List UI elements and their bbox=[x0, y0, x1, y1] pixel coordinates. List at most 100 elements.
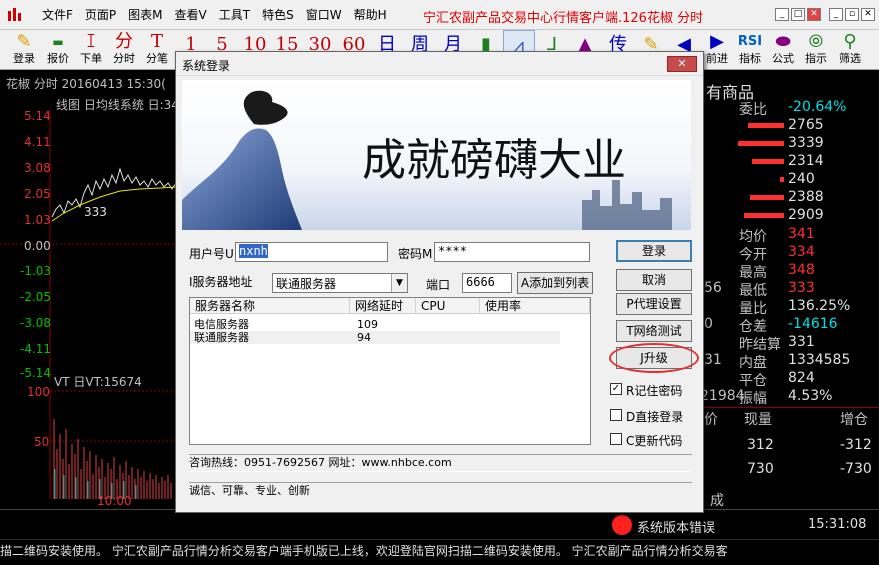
filter-label: 筛选 bbox=[839, 52, 861, 65]
direct-login-label[interactable]: D直接登录 bbox=[626, 408, 683, 425]
window-title: 宁汇农副产品交易中心行情客户端.126花椒 分时 bbox=[423, 11, 704, 26]
table-cell: 730 bbox=[747, 461, 774, 477]
menu-help[interactable]: 帮助H bbox=[348, 7, 393, 23]
stat-value: 334 bbox=[788, 244, 815, 260]
fenbi-button[interactable]: T 分笔 bbox=[141, 30, 173, 70]
stat-value: 333 bbox=[788, 280, 815, 296]
banner-slogan: 成就磅礴大业 bbox=[362, 135, 626, 186]
server-row[interactable]: 联通服务器 94 bbox=[190, 331, 560, 344]
order-button[interactable]: ꕯ 下单 bbox=[75, 30, 107, 70]
order-bar bbox=[780, 177, 784, 182]
indicator-icon: ⦾ bbox=[808, 31, 824, 52]
server-name: 电信服务器 bbox=[194, 318, 249, 331]
fenshi-button[interactable]: 分 分时 bbox=[108, 30, 140, 70]
login-button[interactable]: ✎ 登录 bbox=[8, 30, 40, 70]
restore-icon[interactable]: □ bbox=[791, 8, 805, 21]
status-message: 系统版本错误 bbox=[637, 521, 716, 536]
remember-password-label[interactable]: R记住密码 bbox=[626, 382, 682, 399]
col-server-name[interactable]: 服务器名称 bbox=[190, 298, 350, 314]
stat-key: 最高 bbox=[739, 265, 767, 281]
password-input[interactable]: **** bbox=[434, 242, 590, 262]
side-fragment: 0 bbox=[704, 316, 713, 332]
order-bar bbox=[744, 213, 784, 218]
stat-value: 824 bbox=[788, 370, 815, 386]
network-test-button[interactable]: T网络测试 bbox=[616, 320, 692, 342]
login-banner: 成就磅礴大业 bbox=[182, 80, 691, 230]
mdi-restore-icon[interactable]: ▫ bbox=[845, 8, 859, 21]
y-tick: 3.08 bbox=[24, 161, 51, 175]
stat-row: 今开 334 bbox=[700, 244, 879, 263]
login-button[interactable]: 登录 bbox=[616, 240, 692, 262]
y-tick: 4.11 bbox=[24, 135, 51, 149]
col-cpu[interactable]: CPU bbox=[416, 298, 480, 314]
menu-special[interactable]: 特色S bbox=[256, 7, 300, 23]
server-list[interactable]: 服务器名称 网络延时 CPU 使用率 电信服务器 109 联通服务器 94 bbox=[189, 297, 591, 445]
quote-button[interactable]: ▬ 报价 bbox=[42, 30, 74, 70]
minimize-icon[interactable]: _ bbox=[775, 8, 789, 21]
y-tick: -1.03 bbox=[20, 264, 52, 278]
mdi-minimize-icon[interactable]: _ bbox=[829, 8, 843, 21]
dialog-close-icon[interactable]: ✕ bbox=[667, 56, 697, 72]
indication-label: 指示 bbox=[805, 52, 827, 65]
menu-file[interactable]: 文件F bbox=[36, 7, 79, 23]
order-qty: 2314 bbox=[788, 153, 824, 169]
server-row[interactable]: 电信服务器 109 bbox=[190, 318, 560, 331]
t-icon: T bbox=[150, 31, 163, 52]
order-qty: 3339 bbox=[788, 135, 824, 151]
username-input[interactable]: nxnh bbox=[235, 242, 388, 262]
menu-window[interactable]: 窗口W bbox=[300, 7, 348, 23]
table-cell: -312 bbox=[840, 437, 872, 453]
forward-button[interactable]: ▶ 前进 bbox=[701, 30, 733, 70]
col-latency[interactable]: 网络延时 bbox=[350, 298, 416, 314]
server-select[interactable]: 联通服务器 ▼ bbox=[272, 273, 408, 293]
cancel-button[interactable]: 取消 bbox=[616, 269, 692, 291]
menu-chart[interactable]: 图表M bbox=[122, 7, 168, 23]
stat-row: 均价 341 bbox=[700, 226, 879, 245]
binoculars-icon: ⚲ bbox=[843, 31, 857, 52]
quote-label: 报价 bbox=[47, 52, 69, 65]
update-code-checkbox[interactable] bbox=[610, 433, 622, 445]
order-qty: 2909 bbox=[788, 207, 824, 223]
formula-button[interactable]: ⬬ 公式 bbox=[767, 30, 799, 70]
y-tick: -4.11 bbox=[20, 342, 52, 356]
menu-view[interactable]: 查看V bbox=[169, 7, 213, 23]
table-header: 增仓 bbox=[840, 412, 868, 428]
order-bar bbox=[750, 195, 784, 200]
stat-key: 平仓 bbox=[739, 373, 767, 389]
col-usage[interactable]: 使用率 bbox=[480, 298, 590, 314]
formula-label: 公式 bbox=[772, 52, 794, 65]
y-tick: -2.05 bbox=[20, 290, 52, 304]
server-value: 联通服务器 bbox=[276, 277, 337, 291]
proxy-settings-button[interactable]: P代理设置 bbox=[616, 293, 692, 315]
indication-button[interactable]: ⦾ 指示 bbox=[800, 30, 832, 70]
stat-value: 136.25% bbox=[788, 298, 851, 314]
stat-value: 348 bbox=[788, 262, 815, 278]
dialog-title-bar[interactable]: 系统登录 ✕ bbox=[176, 52, 703, 76]
side-fragment: 56 bbox=[704, 280, 722, 296]
update-code-label[interactable]: C更新代码 bbox=[626, 432, 682, 449]
order-qty: 2388 bbox=[788, 189, 824, 205]
password-label: 密码M bbox=[398, 247, 433, 261]
port-input[interactable]: 6666 bbox=[462, 273, 512, 293]
stat-value: -14616 bbox=[788, 316, 838, 332]
forward-label: 前进 bbox=[706, 52, 728, 65]
y-tick: -3.08 bbox=[20, 316, 52, 330]
mdi-close-icon[interactable]: ✕ bbox=[861, 8, 875, 21]
menu-tools[interactable]: 工具T bbox=[213, 7, 256, 23]
menu-page[interactable]: 页面P bbox=[79, 7, 122, 23]
stat-row: 量比 136.25% bbox=[700, 298, 879, 317]
add-to-list-button[interactable]: A添加到列表 bbox=[517, 272, 593, 294]
weibi-value: -20.64% bbox=[788, 99, 847, 115]
server-label: I服务器地址 bbox=[189, 275, 253, 289]
hotline-bar: 咨询热线：0951-7692567 网址：www.nhbce.com bbox=[189, 454, 692, 472]
close-icon[interactable]: ✕ bbox=[807, 8, 821, 21]
port-label: 端口 bbox=[426, 278, 451, 292]
table-header: 现量 bbox=[744, 412, 772, 428]
error-indicator-icon bbox=[612, 515, 632, 535]
stat-row: 平仓 824 bbox=[700, 370, 879, 389]
indicator-button[interactable]: RSI 指标 bbox=[734, 30, 766, 70]
remember-password-checkbox[interactable]: ✓ bbox=[610, 383, 622, 395]
direct-login-checkbox[interactable] bbox=[610, 409, 622, 421]
filter-button[interactable]: ⚲ 筛选 bbox=[834, 30, 866, 70]
stat-key: 仓差 bbox=[739, 319, 767, 335]
